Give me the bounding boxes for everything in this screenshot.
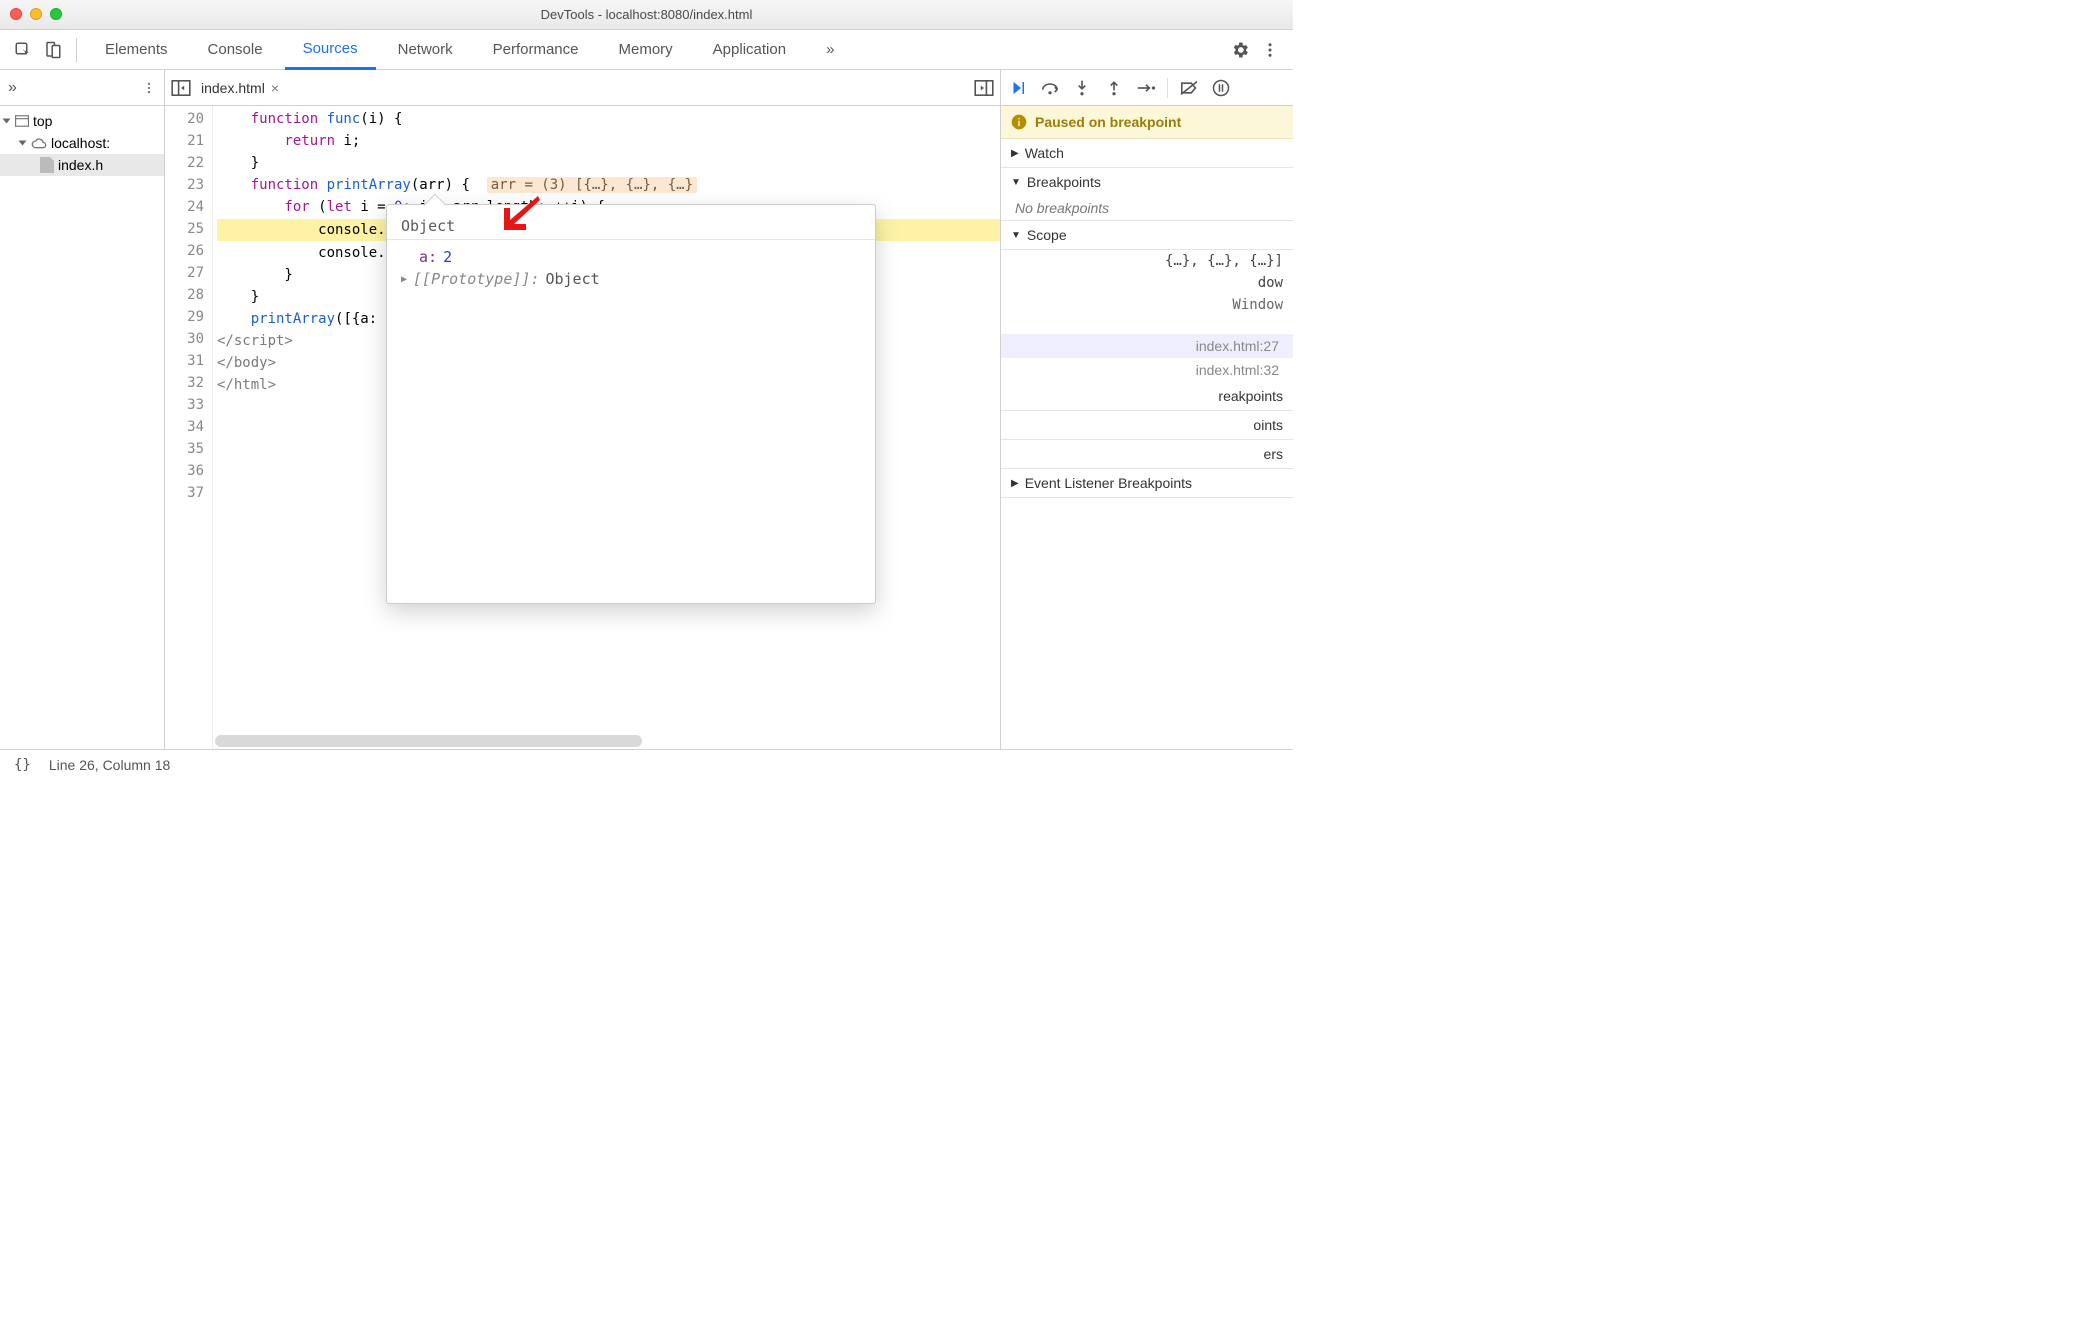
devtools-tabstrip: ElementsConsoleSourcesNetworkPerformance… — [0, 30, 1293, 70]
line-gutter[interactable]: 202122232425262728293031323334353637 — [165, 106, 213, 749]
navigator-panel: » top localhost: index.h — [0, 70, 165, 749]
status-bar: {} Line 26, Column 18 — [0, 749, 1293, 779]
callstack-row[interactable]: index.html:27 — [1001, 334, 1293, 358]
section-label: Breakpoints — [1027, 174, 1101, 190]
window-frame-icon — [15, 115, 29, 127]
tree-file[interactable]: index.h — [0, 154, 164, 176]
pretty-print-icon[interactable]: {} — [14, 757, 31, 773]
tree-label: localhost: — [51, 135, 110, 151]
panel-tab-memory[interactable]: Memory — [601, 30, 691, 70]
close-window-icon[interactable] — [10, 8, 22, 20]
tree-top-frame[interactable]: top — [0, 110, 164, 132]
toggle-navigator-icon[interactable] — [171, 80, 191, 96]
callstack-location: index.html:27 — [1196, 338, 1279, 354]
window-title: DevTools - localhost:8080/index.html — [541, 7, 753, 22]
navigator-kebab-icon[interactable] — [142, 81, 156, 95]
annotation-arrow-icon — [500, 192, 544, 232]
device-toolbar-icon[interactable] — [40, 37, 66, 63]
dom-breakpoints-header[interactable]: reakpoints — [1001, 382, 1293, 410]
pause-on-exceptions-icon[interactable] — [1210, 77, 1232, 99]
resume-icon[interactable] — [1007, 77, 1029, 99]
minimize-window-icon[interactable] — [30, 8, 42, 20]
global-listeners-header[interactable]: ers — [1001, 440, 1293, 468]
panel-tab-application[interactable]: Application — [695, 30, 804, 70]
scope-peek-arr: {…}, {…}, {…}] — [1001, 250, 1293, 272]
step-out-icon[interactable] — [1103, 77, 1125, 99]
popover-property-row[interactable]: a: 2 — [387, 246, 875, 268]
breakpoints-empty-text: No breakpoints — [1001, 196, 1293, 220]
editor-tab-label: index.html — [201, 80, 265, 96]
xhr-breakpoints-header[interactable]: oints — [1001, 411, 1293, 439]
step-over-icon[interactable] — [1039, 77, 1061, 99]
zoom-window-icon[interactable] — [50, 8, 62, 20]
info-icon — [1011, 114, 1027, 130]
toggle-debugger-icon[interactable] — [974, 80, 994, 96]
close-tab-icon[interactable]: × — [271, 80, 279, 96]
property-value: 2 — [443, 248, 452, 266]
file-icon — [40, 157, 54, 173]
kebab-menu-icon[interactable] — [1257, 37, 1283, 63]
prototype-value: Object — [545, 270, 599, 288]
tree-label: top — [33, 113, 52, 129]
scope-peek-win1: dow — [1001, 272, 1293, 294]
breakpoints-section-header[interactable]: ▼ Breakpoints — [1001, 168, 1293, 196]
file-tree: top localhost: index.h — [0, 106, 164, 176]
inspect-element-icon[interactable] — [10, 37, 36, 63]
callstack-row[interactable]: index.html:32 — [1001, 358, 1293, 382]
panel-tab-performance[interactable]: Performance — [475, 30, 597, 70]
tree-label: index.h — [58, 157, 103, 173]
popover-title: Object — [387, 213, 875, 240]
section-label: Scope — [1027, 227, 1067, 243]
settings-gear-icon[interactable] — [1227, 37, 1253, 63]
property-name: a: — [419, 248, 437, 266]
prototype-label: [[Prototype]]: — [413, 270, 539, 288]
debugger-panel: Paused on breakpoint ▶ Watch ▼ Breakpoin… — [1001, 70, 1293, 749]
step-into-icon[interactable] — [1071, 77, 1093, 99]
scope-section-header[interactable]: ▼ Scope — [1001, 221, 1293, 249]
divider — [76, 38, 77, 62]
editor-hscrollbar[interactable] — [215, 735, 992, 747]
popover-prototype-row[interactable]: ▶ [[Prototype]]: Object — [387, 268, 875, 290]
macos-titlebar: DevTools - localhost:8080/index.html — [0, 0, 1293, 30]
callstack-location: index.html:32 — [1196, 362, 1279, 378]
tree-origin[interactable]: localhost: — [0, 132, 164, 154]
disclosure-triangle-icon — [19, 141, 27, 146]
cloud-icon — [31, 137, 47, 149]
step-icon[interactable] — [1135, 77, 1157, 99]
value-preview-popover: Object a: 2 ▶ [[Prototype]]: Object — [386, 204, 876, 604]
event-listener-breakpoints-header[interactable]: ▶Event Listener Breakpoints — [1001, 469, 1293, 497]
panel-tab-sources[interactable]: Sources — [285, 30, 376, 70]
paused-banner-text: Paused on breakpoint — [1035, 114, 1181, 130]
deactivate-breakpoints-icon[interactable] — [1178, 77, 1200, 99]
disclosure-triangle-icon — [3, 119, 11, 124]
navigator-overflow-icon[interactable]: » — [8, 79, 17, 97]
panel-tab-elements[interactable]: Elements — [87, 30, 186, 70]
section-label: Watch — [1025, 145, 1064, 161]
window-controls — [10, 8, 62, 20]
paused-banner: Paused on breakpoint — [1001, 106, 1293, 139]
editor-tab[interactable]: index.html × — [197, 80, 283, 96]
scope-peek-win2: Window — [1001, 294, 1293, 316]
watch-section-header[interactable]: ▶ Watch — [1001, 139, 1293, 167]
panel-tab-network[interactable]: Network — [380, 30, 471, 70]
panels-overflow-icon[interactable]: » — [808, 30, 852, 70]
cursor-position: Line 26, Column 18 — [49, 757, 170, 773]
panel-tab-console[interactable]: Console — [190, 30, 281, 70]
